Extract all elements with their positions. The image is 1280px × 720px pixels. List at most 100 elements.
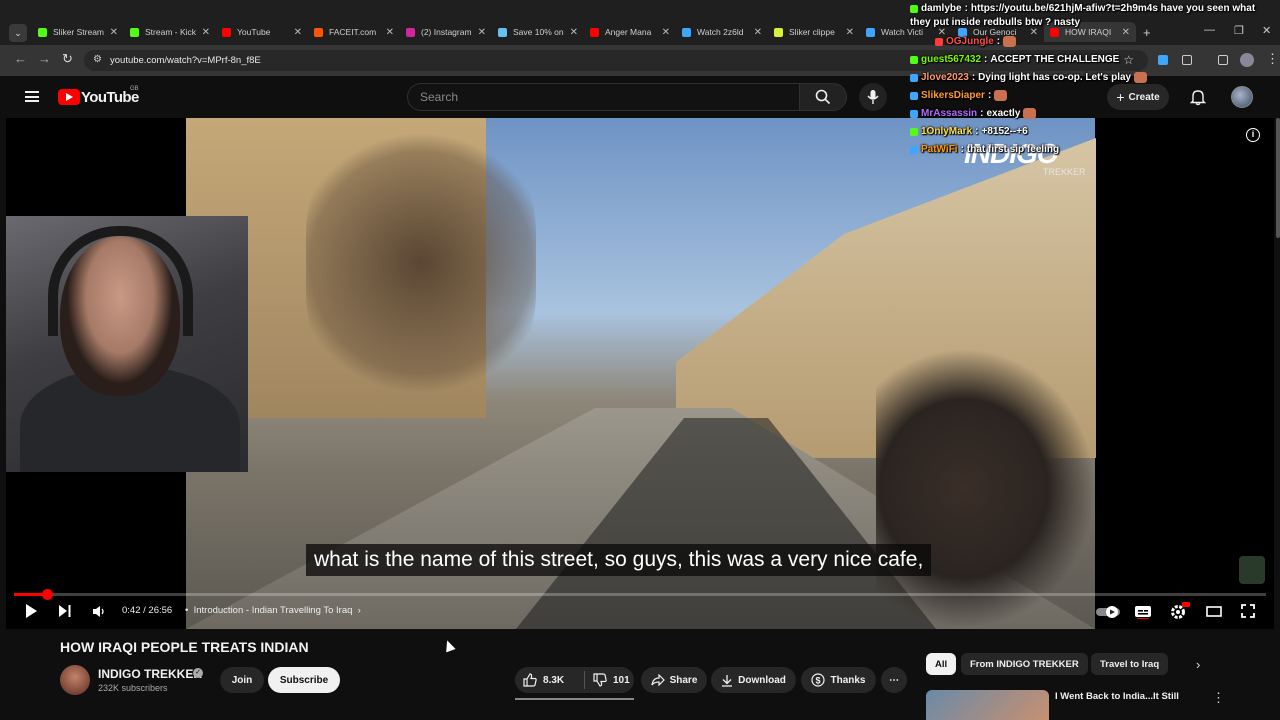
- volume-icon[interactable]: [92, 605, 106, 618]
- chat-message: they put inside redbulls btw ? nasty: [910, 17, 1080, 28]
- tab-title: Save 10% on: [513, 27, 564, 37]
- browser-tab[interactable]: YouTube ✕: [216, 22, 308, 42]
- chat-separator: :: [980, 108, 984, 119]
- chat-text: they put inside redbulls btw ? nasty: [910, 17, 1081, 28]
- browser-tab[interactable]: Sliker clippe ✕: [768, 22, 860, 42]
- chevron-right-icon: ›: [352, 605, 361, 616]
- chat-message: Jlove2023: Dying light has co-op. Let's p…: [910, 72, 1148, 83]
- like-button[interactable]: 8.3K: [523, 671, 585, 689]
- voice-search-button[interactable]: [859, 83, 887, 111]
- tab-close-icon[interactable]: ✕: [110, 27, 118, 38]
- chapter-text: Introduction - Indian Travelling To Iraq: [193, 605, 353, 616]
- chapter-title[interactable]: • Introduction - Indian Travelling To Ir…: [185, 605, 361, 616]
- chat-text: +8152--+6: [981, 126, 1028, 137]
- back-icon[interactable]: ←: [14, 51, 27, 66]
- browser-tab[interactable]: Sliker Stream ✕: [32, 22, 124, 42]
- join-button[interactable]: Join: [220, 667, 264, 693]
- tab-close-icon[interactable]: ✕: [570, 27, 578, 38]
- search-icon: [815, 89, 831, 105]
- browser-tab[interactable]: Stream - Kick ✕: [124, 22, 216, 42]
- chip-from-channel[interactable]: From INDIGO TREKKER: [961, 653, 1088, 675]
- channel-avatar[interactable]: [60, 665, 90, 695]
- forward-icon[interactable]: →: [38, 51, 51, 66]
- tab-title: Anger Mana: [605, 27, 652, 37]
- tab-favicon-icon: [682, 27, 691, 37]
- autoplay-toggle-icon[interactable]: [1095, 605, 1121, 619]
- reload-icon[interactable]: ↻: [62, 51, 73, 67]
- browser-tab[interactable]: Watch 2z6ld ✕: [676, 22, 768, 42]
- subtitles-icon[interactable]: [1134, 605, 1152, 619]
- chevron-right-icon[interactable]: ›: [1196, 657, 1200, 672]
- scrubber-handle[interactable]: [41, 589, 53, 600]
- chat-separator: :: [971, 72, 976, 83]
- progress-bar[interactable]: [14, 589, 1266, 600]
- chat-username: 1OnlyMark: [921, 126, 973, 137]
- play-icon[interactable]: [24, 603, 38, 619]
- tab-close-icon[interactable]: ✕: [846, 27, 854, 38]
- tab-close-icon[interactable]: ✕: [754, 27, 762, 38]
- tab-close-icon[interactable]: ✕: [662, 27, 670, 38]
- chip-travel-iraq[interactable]: Travel to Iraq: [1091, 653, 1169, 675]
- tab-title: (2) Instagram: [421, 27, 472, 37]
- chip-all[interactable]: All: [926, 653, 957, 675]
- tab-close-icon[interactable]: ✕: [386, 27, 394, 38]
- thumbs-up-icon: [523, 673, 537, 687]
- chat-separator: :: [984, 54, 988, 65]
- mouse-cursor: [442, 638, 456, 653]
- chat-separator: :: [975, 126, 979, 137]
- hamburger-menu-icon[interactable]: [25, 91, 39, 102]
- browser-tab[interactable]: (2) Instagram ✕: [400, 22, 492, 42]
- tab-favicon-icon: [498, 27, 507, 37]
- tab-close-icon[interactable]: ✕: [294, 27, 302, 38]
- more-horizontal-icon: ⋯: [889, 674, 899, 686]
- fullscreen-icon[interactable]: [1241, 604, 1255, 618]
- subscribe-button[interactable]: Subscribe: [268, 667, 340, 693]
- chat-separator: :: [960, 144, 964, 155]
- more-actions-button[interactable]: ⋯: [881, 667, 907, 693]
- site-info-icon[interactable]: ⚙: [93, 54, 102, 65]
- chat-text: Dying light has co-op. Let's play: [978, 72, 1132, 83]
- join-label: Join: [231, 674, 253, 686]
- youtube-logo-icon[interactable]: [58, 89, 80, 105]
- tab-title: Stream - Kick: [145, 27, 197, 37]
- tab-close-icon[interactable]: ✕: [478, 27, 486, 38]
- chat-emote-icon: [994, 90, 1008, 101]
- more-vertical-icon[interactable]: ⋮: [1212, 690, 1225, 706]
- tab-title: Sliker Stream: [53, 27, 105, 37]
- channel-branding-icon[interactable]: [1239, 556, 1265, 584]
- chat-message: PatWiFi: that first sip feeling: [910, 144, 1059, 155]
- dislike-button[interactable]: 101: [585, 673, 630, 687]
- thanks-button[interactable]: $ Thanks: [801, 667, 876, 693]
- tab-title: Sliker clippe: [789, 27, 835, 37]
- tab-close-icon[interactable]: ✕: [202, 27, 210, 38]
- chat-username: MrAssassin: [921, 108, 978, 119]
- browser-tab[interactable]: Anger Mana ✕: [584, 22, 676, 42]
- browser-tab[interactable]: Save 10% on ✕: [492, 22, 584, 42]
- channel-name[interactable]: INDIGO TREKKER: [98, 667, 202, 681]
- chip-label: From INDIGO TREKKER: [970, 658, 1079, 670]
- thumbs-down-icon: [593, 673, 607, 687]
- subscriber-count: 232K subscribers: [98, 683, 168, 693]
- tab-favicon-icon: [222, 27, 231, 37]
- theater-mode-icon[interactable]: [1206, 606, 1222, 617]
- recommended-thumbnail[interactable]: [926, 690, 1049, 720]
- search-button[interactable]: [799, 83, 847, 111]
- video-player[interactable]: INDIGO TREKKER i what is the name of thi…: [6, 118, 1274, 629]
- chat-separator: :: [964, 3, 968, 14]
- recommended-title[interactable]: I Went Back to India...It Still: [1055, 691, 1179, 702]
- tab-search-button[interactable]: ⌄: [9, 24, 27, 42]
- search-input[interactable]: [407, 83, 799, 111]
- browser-tab[interactable]: FACEIT.com ✕: [308, 22, 400, 42]
- tab-favicon-icon: [406, 27, 415, 37]
- chat-username: OGJungle: [946, 36, 994, 47]
- channel-watermark-sub: TREKKER: [1043, 167, 1086, 177]
- next-video-icon[interactable]: [58, 603, 72, 619]
- download-button[interactable]: Download: [711, 667, 796, 693]
- share-button[interactable]: Share: [641, 667, 707, 693]
- settings-gear-icon[interactable]: [1170, 602, 1190, 620]
- url-text: youtube.com/watch?v=MPrf-8n_f8E: [110, 55, 261, 66]
- video-caption: what is the name of this street, so guys…: [306, 544, 932, 576]
- download-label: Download: [738, 674, 786, 686]
- chat-badge-icon: [935, 37, 943, 46]
- chat-message: OGJungle:: [935, 36, 1017, 47]
